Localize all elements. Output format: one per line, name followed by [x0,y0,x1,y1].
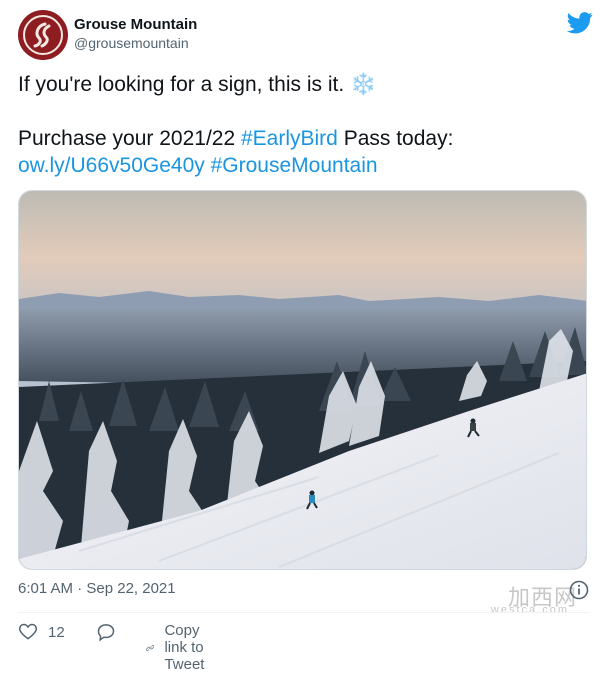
reply-button[interactable] [96,622,116,642]
copy-link-button[interactable]: Copy link to Tweet [146,622,216,673]
tweet-header: Grouse Mountain @grousemountain [18,10,593,60]
tweet-line-3: ow.ly/U66v50Ge40y #GrouseMountain [18,152,588,179]
reply-icon [97,624,115,642]
watermark-subtext: westca.com [490,604,569,616]
heart-icon [18,623,38,640]
tweet-timestamp[interactable]: 6:01 AM · Sep 22, 2021 [18,578,176,600]
avatar[interactable] [18,10,68,60]
like-button[interactable]: 12 [18,622,65,642]
twitter-bird-icon[interactable] [567,12,593,34]
grouse-logo-icon [33,22,51,48]
tweet-line-2: Purchase your 2021/22 #EarlyBird Pass to… [18,125,588,152]
tweet-line-2-suffix: Pass today: [337,127,454,150]
info-icon[interactable] [569,580,589,600]
divider [18,612,589,613]
author-names: Grouse Mountain @grousemountain [74,16,197,52]
tweet-text: If you're looking for a sign, this is it… [18,71,588,179]
pass-link[interactable]: ow.ly/U66v50Ge40y [18,154,205,177]
hashtag-earlybird[interactable]: #EarlyBird [241,127,338,150]
author-handle[interactable]: @grousemountain [74,34,197,52]
tweet-line-2-prefix: Purchase your 2021/22 [18,127,241,150]
hashtag-grousemountain[interactable]: #GrouseMountain [211,154,378,177]
tweet-line-1: If you're looking for a sign, this is it… [18,73,377,96]
tweet-card: Grouse Mountain @grousemountain If you'r… [0,0,607,673]
copy-link-label: Copy link to Tweet [164,622,205,673]
author-display-name[interactable]: Grouse Mountain [74,16,197,34]
logo-ring [23,15,63,55]
tweet-photo[interactable] [18,190,587,570]
ski-slope-photo [19,191,586,569]
like-count: 12 [48,623,65,641]
